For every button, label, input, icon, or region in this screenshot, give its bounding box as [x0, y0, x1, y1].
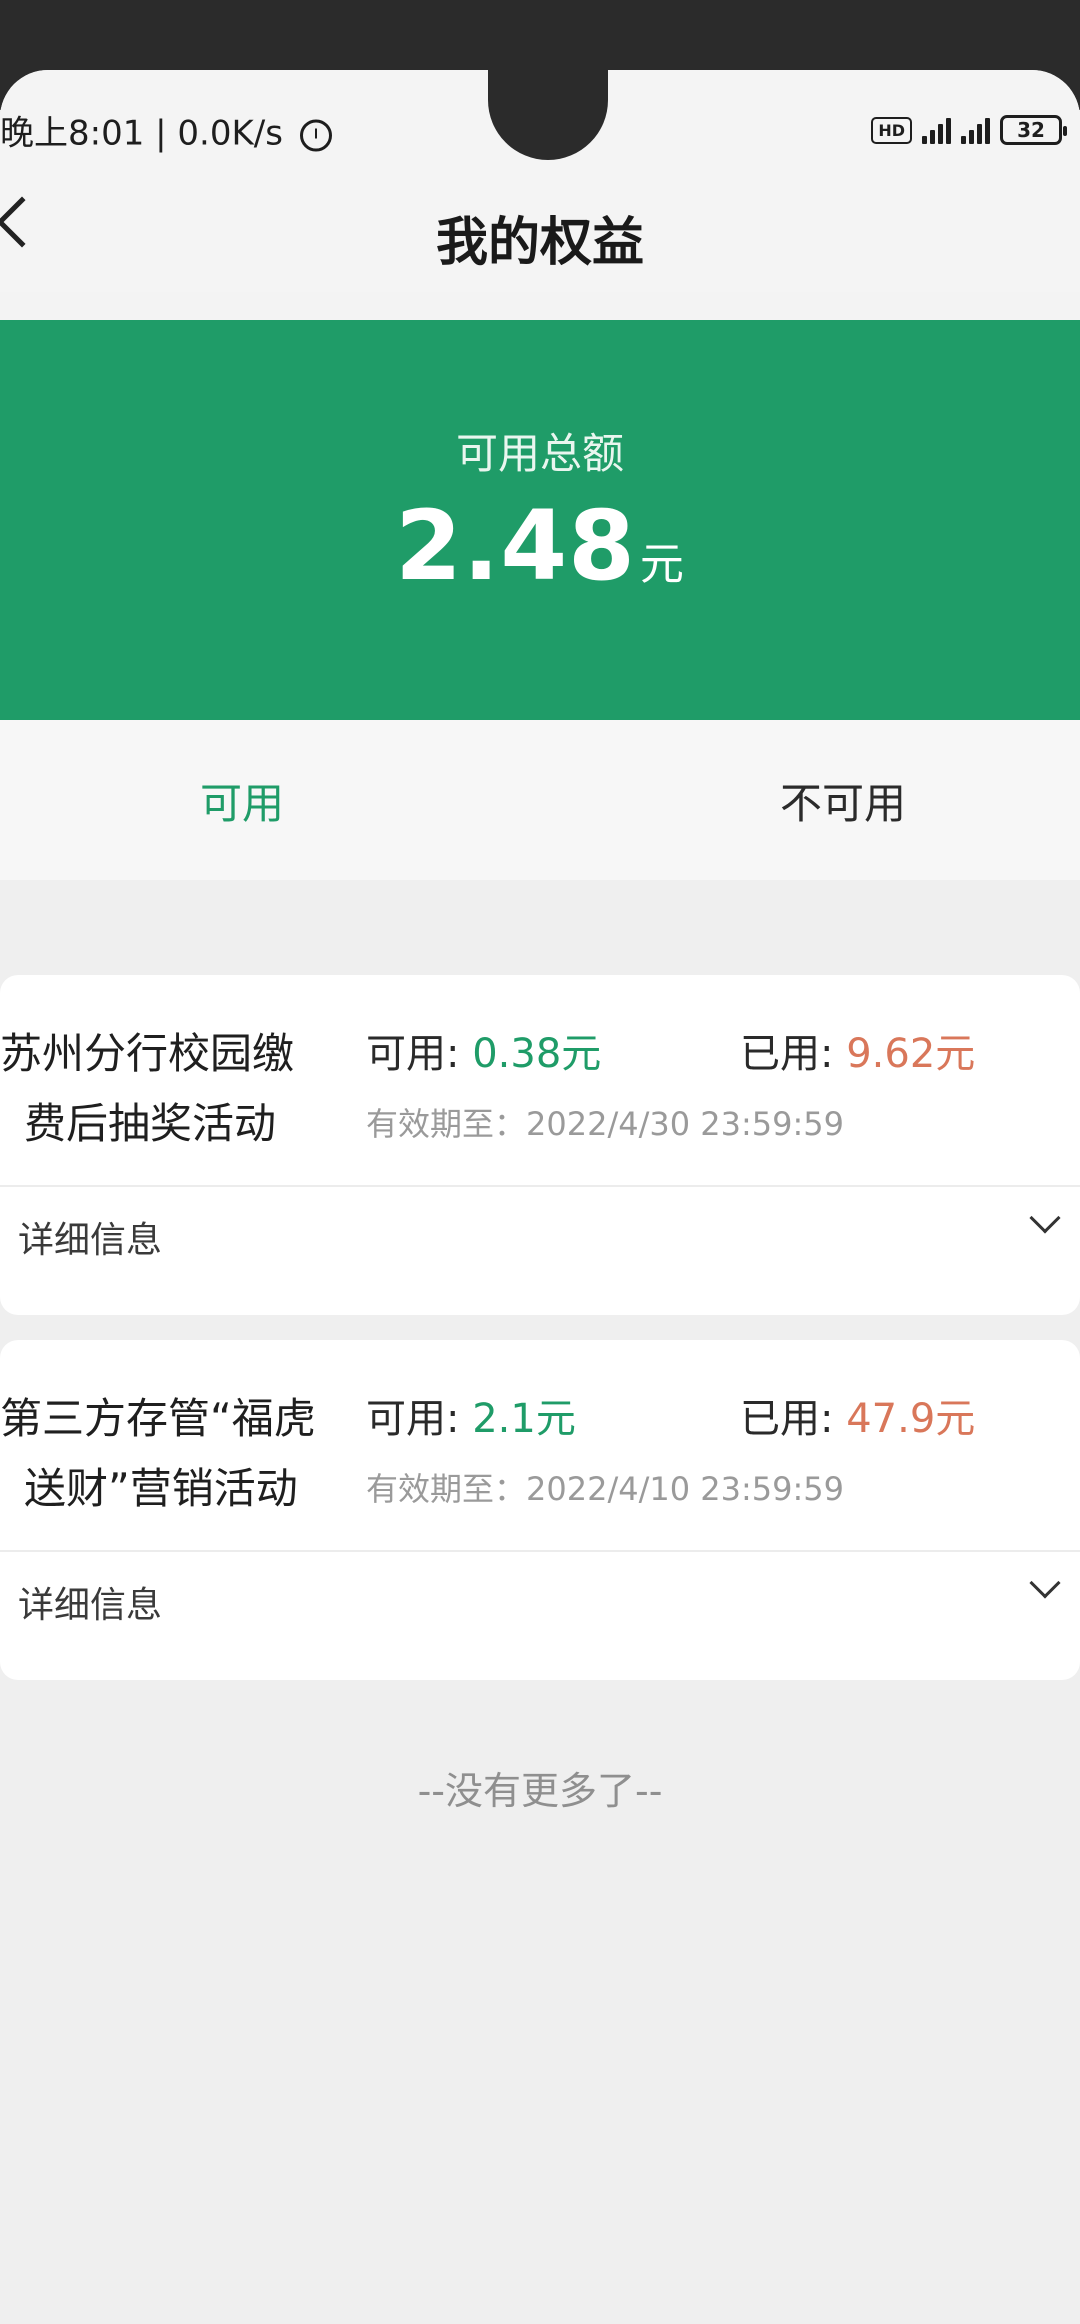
benefit-used: 已用: 47.9元: [740, 1384, 975, 1454]
benefit-expiry: 有效期至：2022/4/10 23:59:59: [366, 1470, 844, 1508]
benefit-available: 可用: 2.1元: [366, 1384, 576, 1454]
available-label: 可用:: [366, 1031, 473, 1077]
used-label: 已用:: [740, 1031, 847, 1077]
detail-info-label[interactable]: 详细信息: [18, 1576, 162, 1628]
benefit-expiry: 有效期至：2022/4/30 23:59:59: [366, 1105, 844, 1143]
total-amount-value: 2.48: [395, 490, 636, 602]
app-header: 我的权益: [0, 160, 1080, 292]
no-more-text: --没有更多了--: [417, 1769, 663, 1813]
total-available-panel: 可用总额 2.48元: [0, 320, 1080, 720]
benefit-name-line1: 第三方存管“福虎: [0, 1394, 316, 1443]
benefit-name: 苏州分行校园缴 费后抽奖活动: [0, 1019, 360, 1159]
benefit-available: 可用: 0.38元: [366, 1019, 601, 1089]
total-amount-unit: 元: [639, 539, 685, 590]
benefit-name-line1: 苏州分行校园缴: [0, 1029, 295, 1078]
tab-available[interactable]: 可用: [200, 770, 284, 831]
detail-expand-button[interactable]: [1022, 1201, 1072, 1251]
benefit-name: 第三方存管“福虎 送财”营销活动: [0, 1384, 360, 1524]
status-right: HD 32: [871, 115, 1067, 145]
detail-expand-button[interactable]: [1022, 1566, 1072, 1616]
card-divider: [0, 1185, 1080, 1187]
status-left: 晚上8:01 | 0.0K/s: [0, 106, 332, 155]
tab-unavailable[interactable]: 不可用: [780, 770, 906, 831]
detail-info-label[interactable]: 详细信息: [18, 1211, 162, 1263]
available-label: 可用:: [366, 1396, 473, 1442]
benefit-name-line2: 送财”营销活动: [24, 1464, 298, 1513]
benefit-name-line2: 费后抽奖活动: [24, 1099, 277, 1148]
battery-icon: 32: [1000, 115, 1067, 145]
used-value: 9.62元: [846, 1031, 976, 1077]
chevron-down-icon: [1029, 1202, 1061, 1234]
benefit-card: 苏州分行校园缴 费后抽奖活动 可用: 0.38元 已用: 9.62元 有效期至：…: [0, 975, 1080, 1315]
chevron-down-icon: [1029, 1567, 1061, 1599]
card-divider: [0, 1550, 1080, 1552]
available-value: 0.38元: [472, 1031, 602, 1077]
used-value: 47.9元: [846, 1396, 976, 1442]
benefit-card: 第三方存管“福虎 送财”营销活动 可用: 2.1元 已用: 47.9元 有效期至…: [0, 1340, 1080, 1680]
phone-screen: 晚上8:01 | 0.0K/s HD 32 我的权益 可用总额 2.48元 可用…: [0, 70, 1080, 2324]
signal-5g-icon: [922, 116, 951, 144]
status-time-speed: 晚上8:01 | 0.0K/s: [0, 113, 283, 154]
benefit-tabs: 可用 不可用: [0, 720, 1080, 880]
used-label: 已用:: [740, 1396, 847, 1442]
available-value: 2.1元: [472, 1396, 576, 1442]
hd-icon: HD: [871, 116, 912, 144]
total-available-amount: 2.48元: [0, 490, 1080, 602]
benefit-list: 苏州分行校园缴 费后抽奖活动 可用: 0.38元 已用: 9.62元 有效期至：…: [0, 880, 1080, 2324]
page-title: 我的权益: [435, 213, 644, 273]
alarm-icon: [299, 119, 332, 151]
signal-icon: [961, 116, 990, 144]
total-available-label: 可用总额: [455, 429, 624, 478]
benefit-used: 已用: 9.62元: [740, 1019, 975, 1089]
